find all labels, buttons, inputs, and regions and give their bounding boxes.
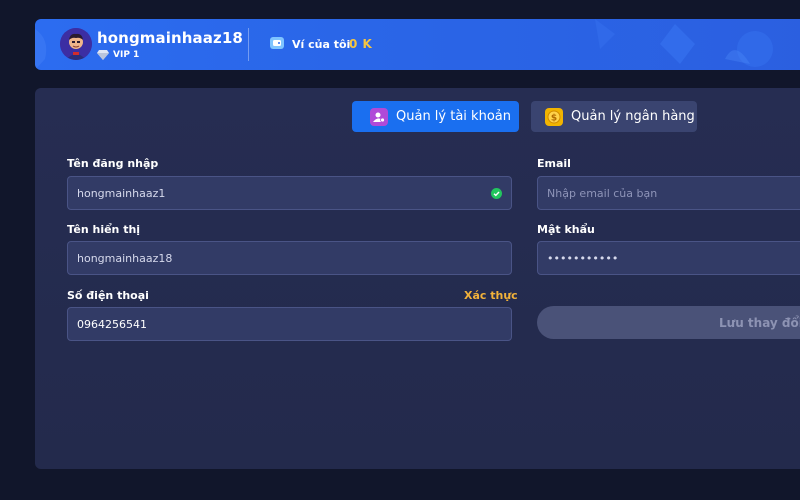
wallet-label: Ví của tôi bbox=[292, 38, 351, 51]
user-settings-icon bbox=[370, 107, 388, 126]
wallet-icon bbox=[270, 37, 284, 49]
check-circle-icon bbox=[491, 188, 502, 199]
header-bar: hongmainhaaz18 VIP 1 Ví của tôi 0 K bbox=[35, 19, 800, 70]
coin-icon: $ bbox=[545, 107, 563, 126]
vip-level: VIP 1 bbox=[113, 50, 140, 60]
tab-bank-management[interactable]: $ Quản lý ngân hàng bbox=[531, 101, 697, 132]
verify-phone-link[interactable]: Xác thực bbox=[464, 289, 518, 302]
display-name-field[interactable]: hongmainhaaz18 bbox=[67, 241, 512, 275]
tab-bank-label: Quản lý ngân hàng bbox=[571, 109, 695, 124]
phone-field[interactable]: 0964256541 bbox=[67, 307, 512, 341]
password-value: ••••••••••• bbox=[547, 251, 619, 265]
vip-badge: VIP 1 bbox=[97, 50, 139, 60]
email-field[interactable]: Nhập email của bạn bbox=[537, 176, 800, 210]
phone-value: 0964256541 bbox=[77, 317, 147, 331]
email-placeholder: Nhập email của bạn bbox=[547, 186, 658, 200]
display-name-label: Tên hiển thị bbox=[67, 223, 141, 236]
avatar[interactable] bbox=[60, 28, 92, 60]
login-name-label: Tên đăng nhập bbox=[67, 157, 159, 170]
phone-label: Số điện thoại bbox=[67, 289, 149, 302]
tab-account-management[interactable]: Quản lý tài khoản bbox=[352, 101, 519, 132]
save-changes-label: Lưu thay đổi bbox=[719, 316, 800, 330]
login-name-field[interactable]: hongmainhaaz1 bbox=[67, 176, 512, 210]
email-label: Email bbox=[537, 157, 571, 170]
svg-text:$: $ bbox=[551, 113, 557, 123]
tab-account-label: Quản lý tài khoản bbox=[396, 109, 511, 124]
header-divider bbox=[248, 28, 249, 61]
save-changes-button[interactable]: Lưu thay đổi bbox=[537, 306, 800, 339]
password-field[interactable]: ••••••••••• bbox=[537, 241, 800, 275]
display-name-value: hongmainhaaz18 bbox=[77, 251, 173, 265]
diamond-icon bbox=[97, 50, 109, 60]
login-name-value: hongmainhaaz1 bbox=[77, 186, 166, 200]
account-panel bbox=[35, 88, 800, 469]
page: hongmainhaaz18 VIP 1 Ví của tôi 0 K Quản… bbox=[0, 0, 800, 500]
wallet-amount: 0 K bbox=[349, 37, 373, 51]
username: hongmainhaaz18 bbox=[97, 29, 243, 47]
password-label: Mật khẩu bbox=[537, 223, 595, 236]
